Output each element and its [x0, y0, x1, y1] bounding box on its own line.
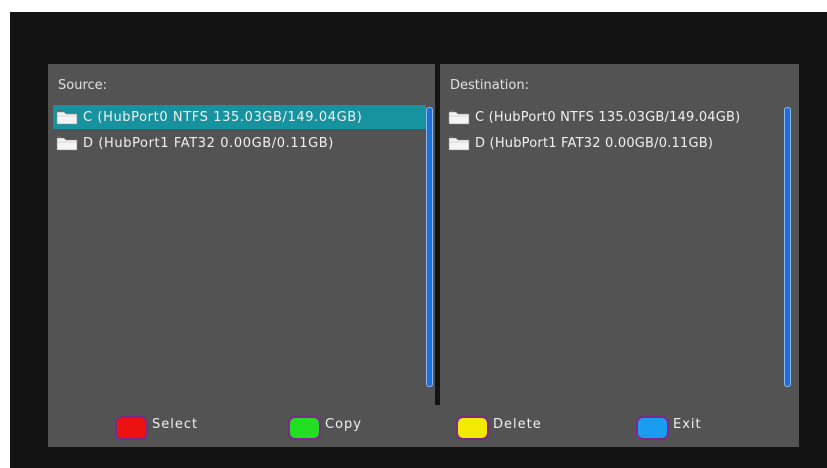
- blue-key-icon: [636, 416, 669, 440]
- source-item-label: C (HubPort0 NTFS 135.03GB/149.04GB): [83, 109, 363, 125]
- folder-icon: [56, 109, 78, 125]
- folder-icon: [448, 135, 470, 151]
- exit-key[interactable]: Exit: [636, 415, 702, 441]
- exit-key-label: Exit: [673, 416, 702, 432]
- copy-key-label: Copy: [325, 416, 362, 432]
- screen: Source: C (HubPort0 NTFS 135.03GB/149.04…: [10, 12, 827, 468]
- yellow-key-icon: [456, 416, 489, 440]
- select-key-label: Select: [152, 416, 199, 432]
- destination-title: Destination:: [450, 78, 529, 93]
- red-key-icon: [115, 416, 148, 440]
- destination-item-d[interactable]: D (HubPort1 FAT32 0.00GB/0.11GB): [445, 131, 775, 155]
- delete-key[interactable]: Delete: [456, 415, 542, 441]
- select-key[interactable]: Select: [115, 415, 198, 441]
- source-item-label: D (HubPort1 FAT32 0.00GB/0.11GB): [83, 135, 334, 151]
- source-item-c[interactable]: C (HubPort0 NTFS 135.03GB/149.04GB): [53, 105, 426, 129]
- destination-panel: Destination: C (HubPort0 NTFS 135.03GB/1…: [440, 64, 799, 414]
- source-title: Source:: [58, 78, 108, 93]
- destination-item-label: D (HubPort1 FAT32 0.00GB/0.11GB): [475, 135, 714, 151]
- destination-item-label: C (HubPort0 NTFS 135.03GB/149.04GB): [475, 109, 741, 125]
- destination-scrollbar[interactable]: [784, 107, 791, 387]
- source-panel: Source: C (HubPort0 NTFS 135.03GB/149.04…: [48, 64, 435, 414]
- key-hint-bar: Select Copy Delete Exit: [48, 405, 799, 447]
- source-item-d[interactable]: D (HubPort1 FAT32 0.00GB/0.11GB): [53, 131, 426, 155]
- delete-key-label: Delete: [493, 416, 542, 432]
- destination-list: C (HubPort0 NTFS 135.03GB/149.04GB) D (H…: [445, 105, 799, 157]
- folder-icon: [56, 135, 78, 151]
- destination-item-c[interactable]: C (HubPort0 NTFS 135.03GB/149.04GB): [445, 105, 775, 129]
- copy-key[interactable]: Copy: [288, 415, 362, 441]
- source-list: C (HubPort0 NTFS 135.03GB/149.04GB) D (H…: [53, 105, 435, 157]
- source-scrollbar[interactable]: [426, 107, 433, 387]
- folder-icon: [448, 109, 470, 125]
- green-key-icon: [288, 416, 321, 440]
